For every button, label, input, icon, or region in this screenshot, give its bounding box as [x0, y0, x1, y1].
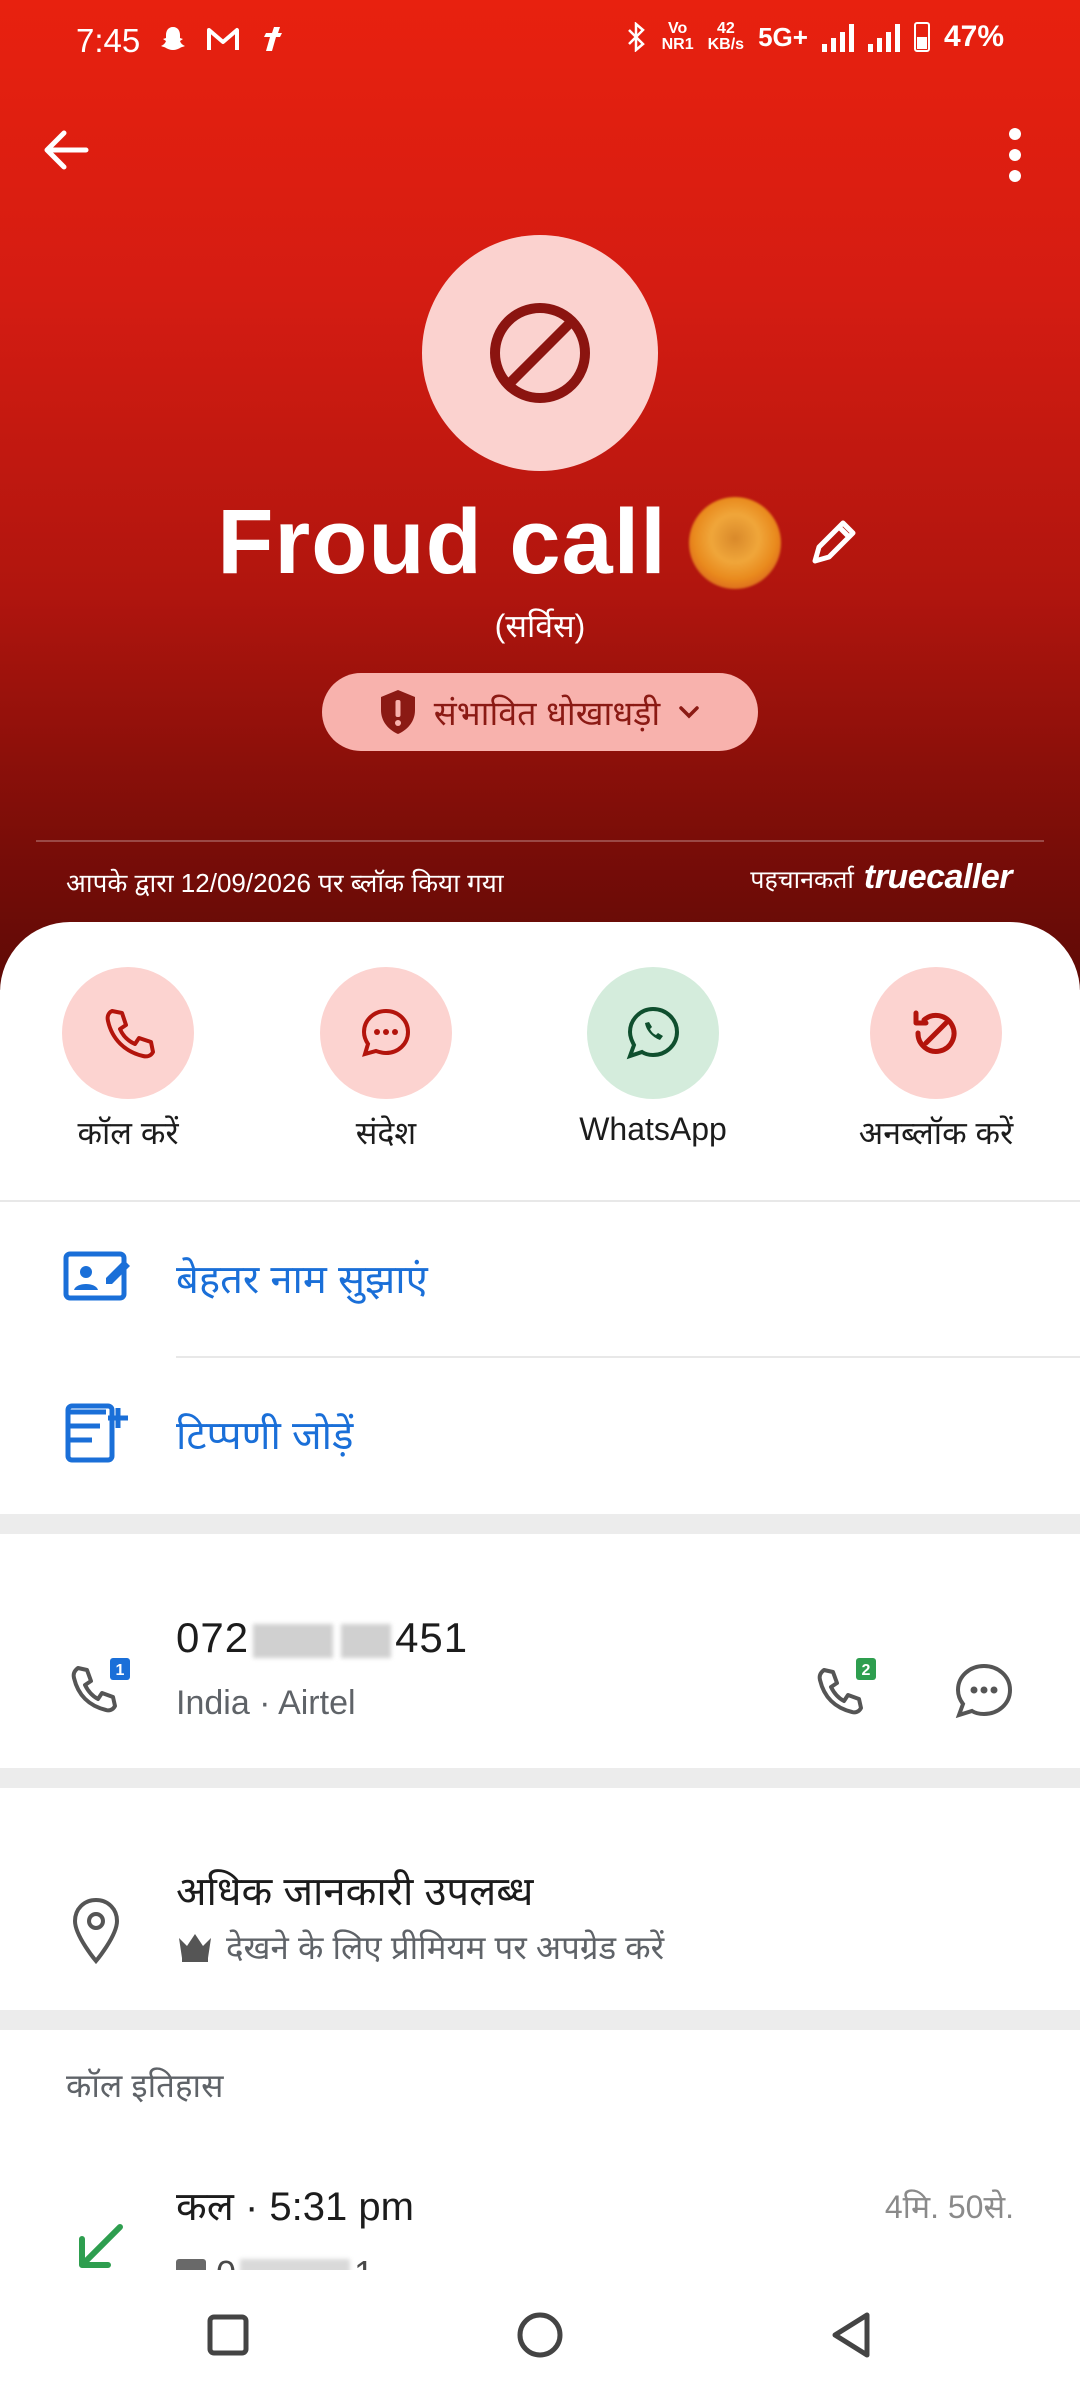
gmail-icon	[207, 28, 239, 50]
whatsapp-label: WhatsApp	[579, 1111, 727, 1147]
block-icon	[490, 303, 590, 403]
whatsapp-icon	[626, 1006, 680, 1060]
chevron-down-icon	[679, 706, 699, 719]
whatsapp-button[interactable]	[587, 967, 719, 1099]
message-action[interactable]: संदेश	[266, 967, 506, 1154]
carrier-info: India · Airtel	[176, 1684, 356, 1722]
details-sheet: कॉल करें संदेश WhatsApp अनब्लॉक करें बेह…	[0, 922, 1080, 2400]
flipkart-icon	[264, 27, 282, 51]
sim2-badge: 2	[862, 1662, 871, 1679]
sim2-call-icon[interactable]: 2	[810, 1654, 890, 1734]
sim1-badge: 1	[116, 1662, 125, 1679]
phone-icon	[105, 1009, 155, 1059]
unblock-label: अनब्लॉक करें	[858, 1115, 1014, 1151]
angry-emoji-icon	[688, 496, 781, 589]
spam-badge[interactable]: संभावित धोखाधड़ी	[322, 673, 758, 751]
signal-icon-2	[867, 22, 900, 52]
unblock-button[interactable]	[870, 967, 1002, 1099]
contact-name: Froud call	[217, 491, 667, 593]
notification-icons	[158, 24, 282, 54]
add-note-icon	[65, 1403, 128, 1463]
contact-header: 7:45 Vo NR1 42 KB/s 5G+ 47% Froud call (…	[0, 0, 1080, 990]
bluetooth-icon	[627, 22, 645, 52]
edit-pencil-icon[interactable]	[803, 513, 863, 573]
spam-label: संभावित धोखाधड़ी	[433, 695, 661, 733]
call-label: कॉल करें	[77, 1115, 179, 1151]
truecaller-logo: truecaller	[863, 858, 1013, 896]
crown-icon	[179, 1933, 211, 1962]
redacted-digits	[341, 1623, 392, 1658]
volte-top: Vo	[667, 20, 688, 37]
sim1-call-icon[interactable]: 1	[66, 1656, 136, 1726]
message-icon[interactable]	[944, 1654, 1024, 1734]
name-row: Froud call	[0, 490, 1080, 595]
battery-percent: 47%	[943, 20, 1004, 53]
volte-bottom: NR1	[661, 36, 694, 53]
identified-by: पहचानकर्ता truecaller	[750, 858, 1012, 897]
more-info-row[interactable]: अधिक जानकारी उपलब्ध देखने के लिए प्रीमिय…	[0, 1802, 1080, 2012]
incoming-call-arrow-icon	[79, 2224, 123, 2268]
volte-indicator: Vo NR1	[662, 21, 694, 53]
message-button[interactable]	[320, 967, 452, 1099]
back-triangle-icon[interactable]	[817, 2300, 887, 2370]
speed-unit: KB/s	[707, 36, 745, 53]
status-time: 7:45	[76, 22, 141, 59]
header-divider	[36, 840, 1044, 842]
suggest-name-label: बेहतर नाम सुझाएं	[176, 1257, 428, 1302]
suggest-name-icon	[63, 1251, 130, 1301]
add-note-row[interactable]: टिप्पणी जोड़ें	[0, 1358, 1080, 1508]
suggest-name-row[interactable]: बेहतर नाम सुझाएं	[0, 1202, 1080, 1352]
unblock-icon	[913, 1010, 957, 1054]
blocked-date-text: आपके द्वारा 12/09/2026 पर ब्लॉक किया गया	[66, 868, 504, 898]
network-type: 5G+	[758, 21, 808, 52]
blocked-avatar	[422, 235, 658, 471]
more-options-icon[interactable]	[990, 120, 1040, 190]
snapchat-icon	[161, 27, 185, 50]
home-circle-icon[interactable]	[505, 2300, 575, 2370]
recents-square-icon[interactable]	[193, 2300, 263, 2370]
phone-number-row[interactable]: 1 072 451 India · Airtel 2	[0, 1554, 1080, 1784]
phone-number: 072 451	[176, 1614, 468, 1662]
call-duration: 4मि. 50से.	[884, 2189, 1014, 2225]
system-nav-bar	[0, 2270, 1080, 2400]
number-prefix: 072	[176, 1614, 250, 1661]
add-note-label: टिप्पणी जोड़ें	[176, 1413, 354, 1458]
action-bar: कॉल करें संदेश WhatsApp अनब्लॉक करें	[0, 967, 1080, 1167]
more-info-title: अधिक जानकारी उपलब्ध	[176, 1870, 534, 1914]
premium-upsell-label: देखने के लिए प्रीमियम पर अपग्रेड करें	[226, 1929, 665, 1966]
status-right: Vo NR1 42 KB/s 5G+ 47%	[626, 20, 1004, 54]
contact-subtitle: (सर्विस)	[494, 608, 586, 644]
premium-upsell[interactable]: देखने के लिए प्रीमियम पर अपग्रेड करें	[176, 1924, 664, 1969]
section-divider	[0, 1514, 1080, 1534]
message-label: संदेश	[355, 1115, 417, 1151]
status-bar: 7:45 Vo NR1 42 KB/s 5G+ 47%	[0, 0, 1080, 88]
call-button[interactable]	[62, 967, 194, 1099]
call-action[interactable]: कॉल करें	[8, 967, 248, 1154]
number-suffix: 451	[395, 1614, 469, 1661]
speed-value: 42	[716, 20, 735, 37]
call-time: कल · 5:31 pm	[176, 2185, 414, 2229]
redacted-digits	[253, 1623, 334, 1658]
unblock-action[interactable]: अनब्लॉक करें	[816, 967, 1056, 1154]
back-arrow-icon[interactable]	[36, 120, 96, 180]
call-history-title: कॉल इतिहास	[66, 2067, 224, 2104]
identified-label: पहचानकर्ता	[750, 866, 854, 894]
section-divider	[0, 1768, 1080, 1788]
whatsapp-action[interactable]: WhatsApp	[533, 967, 773, 1148]
speed-indicator: 42 KB/s	[708, 21, 744, 53]
location-pin-icon	[72, 1897, 120, 1965]
signal-icon	[821, 22, 854, 52]
section-divider	[0, 2010, 1080, 2030]
shield-alert-icon	[380, 690, 415, 734]
chat-bubble-icon	[361, 1008, 411, 1057]
battery-icon	[913, 22, 930, 52]
